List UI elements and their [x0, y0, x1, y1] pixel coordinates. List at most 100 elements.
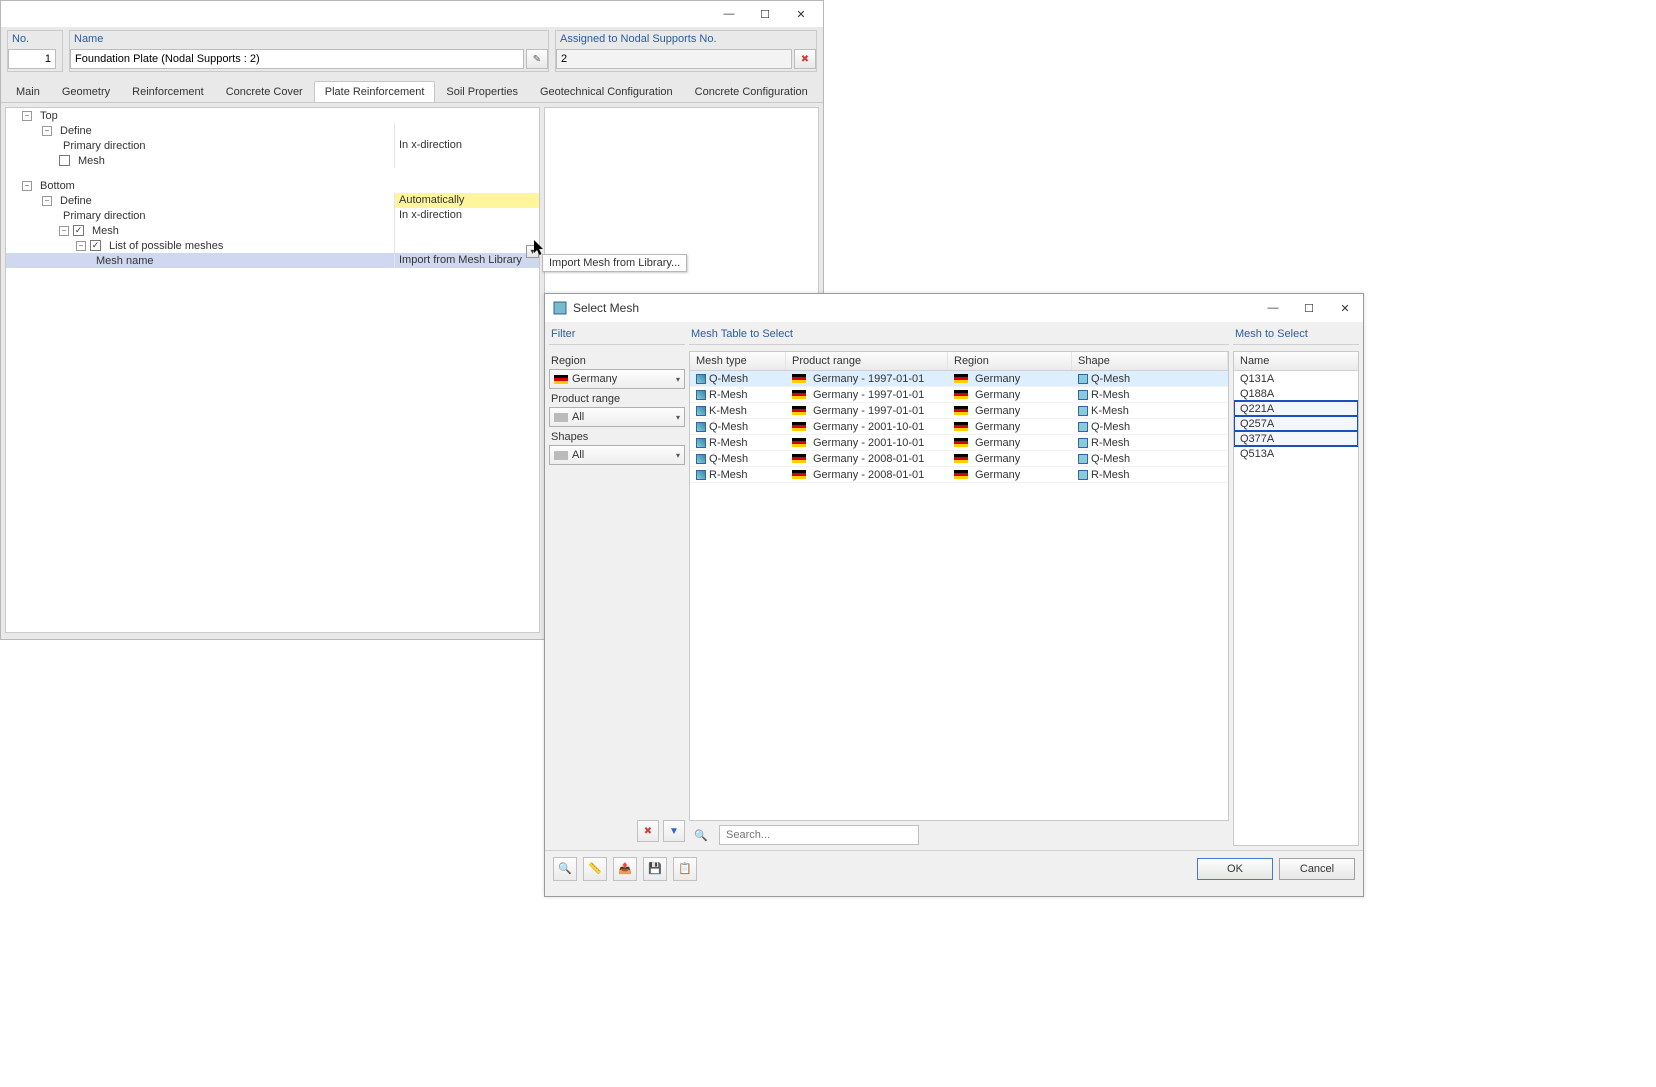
tab-geotechnical-config[interactable]: Geotechnical Configuration [529, 81, 684, 102]
tab-soil-properties[interactable]: Soil Properties [435, 81, 529, 102]
col-shape[interactable]: Shape [1072, 352, 1228, 370]
collapse-icon[interactable]: − [42, 126, 52, 136]
table-row[interactable]: R-MeshGermany - 2001-10-01GermanyR-Mesh [690, 435, 1228, 451]
list-item[interactable]: Q188A [1234, 386, 1358, 401]
dialog-close-button[interactable]: ✕ [1327, 296, 1363, 320]
mesh-select-list[interactable]: Name Q131AQ188AQ221AQ257AQ377AQ513A [1233, 351, 1359, 846]
chevron-down-icon: ▾ [676, 375, 680, 384]
dialog-minimize-button[interactable]: — [1255, 296, 1291, 320]
col-meshtype[interactable]: Mesh type [690, 352, 786, 370]
tree-primary-dir-b-val[interactable]: In x-direction [394, 208, 539, 223]
list-item[interactable]: Q221A [1234, 401, 1358, 416]
name-field[interactable] [70, 49, 524, 69]
tab-reinforcement[interactable]: Reinforcement [121, 81, 215, 102]
table-row[interactable]: Q-MeshGermany - 2008-01-01GermanyQ-Mesh [690, 451, 1228, 467]
maximize-button[interactable]: ☐ [747, 3, 783, 25]
collapse-icon[interactable]: − [59, 226, 69, 236]
pick-assigned-button[interactable]: ✖ [794, 49, 816, 69]
tree-mesh-name[interactable]: Mesh name [92, 255, 394, 267]
mesh-b-checkbox[interactable]: ✓ [73, 225, 84, 236]
titlebar: — ☐ ✕ [1, 1, 823, 27]
table-row[interactable]: Q-MeshGermany - 2001-10-01GermanyQ-Mesh [690, 419, 1228, 435]
no-label: No. [8, 31, 62, 49]
collapse-icon[interactable]: − [22, 111, 32, 121]
tab-plate-reinforcement[interactable]: Plate Reinforcement [314, 81, 436, 102]
assigned-field[interactable] [556, 49, 792, 69]
save-button[interactable]: 💾 [643, 857, 667, 881]
zoom-button[interactable]: 🔍 [553, 857, 577, 881]
collapse-icon[interactable]: − [76, 241, 86, 251]
mesh-select-panel: Mesh to Select Name Q131AQ188AQ221AQ257A… [1233, 326, 1359, 846]
tree-primary-dir[interactable]: Primary direction [59, 140, 394, 152]
tab-geometry[interactable]: Geometry [51, 81, 121, 102]
col-prodrange[interactable]: Product range [786, 352, 948, 370]
flag-germany-icon [792, 438, 806, 447]
table-row[interactable]: R-MeshGermany - 2008-01-01GermanyR-Mesh [690, 467, 1228, 483]
dialog-maximize-button[interactable]: ☐ [1291, 296, 1327, 320]
shapes-label: Shapes [551, 431, 685, 443]
col-name[interactable]: Name [1234, 352, 1358, 371]
apply-filter-button[interactable]: ▼ [663, 820, 685, 842]
shape-icon [1078, 454, 1088, 464]
close-button[interactable]: ✕ [783, 3, 819, 25]
flag-germany-icon [554, 375, 568, 384]
table-row[interactable]: K-MeshGermany - 1997-01-01GermanyK-Mesh [690, 403, 1228, 419]
tree-primary-dir-b[interactable]: Primary direction [59, 210, 394, 222]
tree-primary-dir-val[interactable]: In x-direction [394, 138, 539, 153]
list-item[interactable]: Q257A [1234, 416, 1358, 431]
tab-concrete-config[interactable]: Concrete Configuration [684, 81, 819, 102]
search-input[interactable] [719, 825, 919, 845]
list-item[interactable]: Q513A [1234, 446, 1358, 461]
edit-name-button[interactable]: ✎ [526, 49, 548, 69]
flag-germany-icon [792, 422, 806, 431]
clear-filter-button[interactable]: ✖ [637, 820, 659, 842]
tree-bottom[interactable]: Bottom [36, 180, 539, 192]
tree-top[interactable]: Top [36, 110, 539, 122]
mesh-icon [696, 470, 706, 480]
shapes-combo[interactable]: All▾ [549, 445, 685, 465]
dialog-icon [553, 301, 567, 315]
ok-button[interactable]: OK [1197, 858, 1273, 880]
export-button[interactable]: 📤 [613, 857, 637, 881]
tree-list-meshes[interactable]: List of possible meshes [105, 240, 394, 252]
col-region[interactable]: Region [948, 352, 1072, 370]
tree-mesh-name-val[interactable]: Import from Mesh Library [394, 253, 539, 268]
region-combo[interactable]: Germany▾ [549, 369, 685, 389]
properties-tree[interactable]: −Top −Define Primary directionIn x-direc… [5, 107, 540, 633]
assigned-label: Assigned to Nodal Supports No. [556, 31, 816, 49]
collapse-icon[interactable]: − [22, 181, 32, 191]
tabstrip: Main Geometry Reinforcement Concrete Cov… [1, 75, 823, 103]
flag-germany-icon [954, 422, 968, 431]
mesh-table[interactable]: Mesh type Product range Region Shape Q-M… [689, 351, 1229, 821]
tree-define[interactable]: Define [56, 125, 394, 137]
table-row[interactable]: Q-MeshGermany - 1997-01-01GermanyQ-Mesh [690, 371, 1228, 387]
name-group: Name ✎ [69, 30, 549, 72]
tree-define-b[interactable]: Define [56, 195, 394, 207]
collapse-icon[interactable]: − [42, 196, 52, 206]
cancel-button[interactable]: Cancel [1279, 858, 1355, 880]
flag-all-icon [554, 451, 568, 460]
copy-button[interactable]: 📋 [673, 857, 697, 881]
mesh-checkbox[interactable] [59, 155, 70, 166]
shape-icon [1078, 422, 1088, 432]
mesh-icon [696, 374, 706, 384]
chevron-down-icon: ▾ [676, 451, 680, 460]
tree-mesh[interactable]: Mesh [74, 155, 394, 167]
chevron-down-icon: ▾ [676, 413, 680, 422]
units-button[interactable]: 📏 [583, 857, 607, 881]
no-group: No. [7, 30, 63, 72]
import-library-button[interactable]: ▾ [526, 245, 539, 258]
tree-mesh-b[interactable]: Mesh [88, 225, 394, 237]
product-range-combo[interactable]: All▾ [549, 407, 685, 427]
tree-define-b-val[interactable]: Automatically [394, 193, 539, 208]
list-item[interactable]: Q131A [1234, 371, 1358, 386]
table-row[interactable]: R-MeshGermany - 1997-01-01GermanyR-Mesh [690, 387, 1228, 403]
list-item[interactable]: Q377A [1234, 431, 1358, 446]
no-field[interactable] [8, 49, 56, 69]
tab-main[interactable]: Main [5, 81, 51, 102]
shape-icon [1078, 470, 1088, 480]
tab-concrete-cover[interactable]: Concrete Cover [215, 81, 314, 102]
minimize-button[interactable]: — [711, 3, 747, 25]
list-meshes-checkbox[interactable]: ✓ [90, 240, 101, 251]
shape-icon [1078, 390, 1088, 400]
